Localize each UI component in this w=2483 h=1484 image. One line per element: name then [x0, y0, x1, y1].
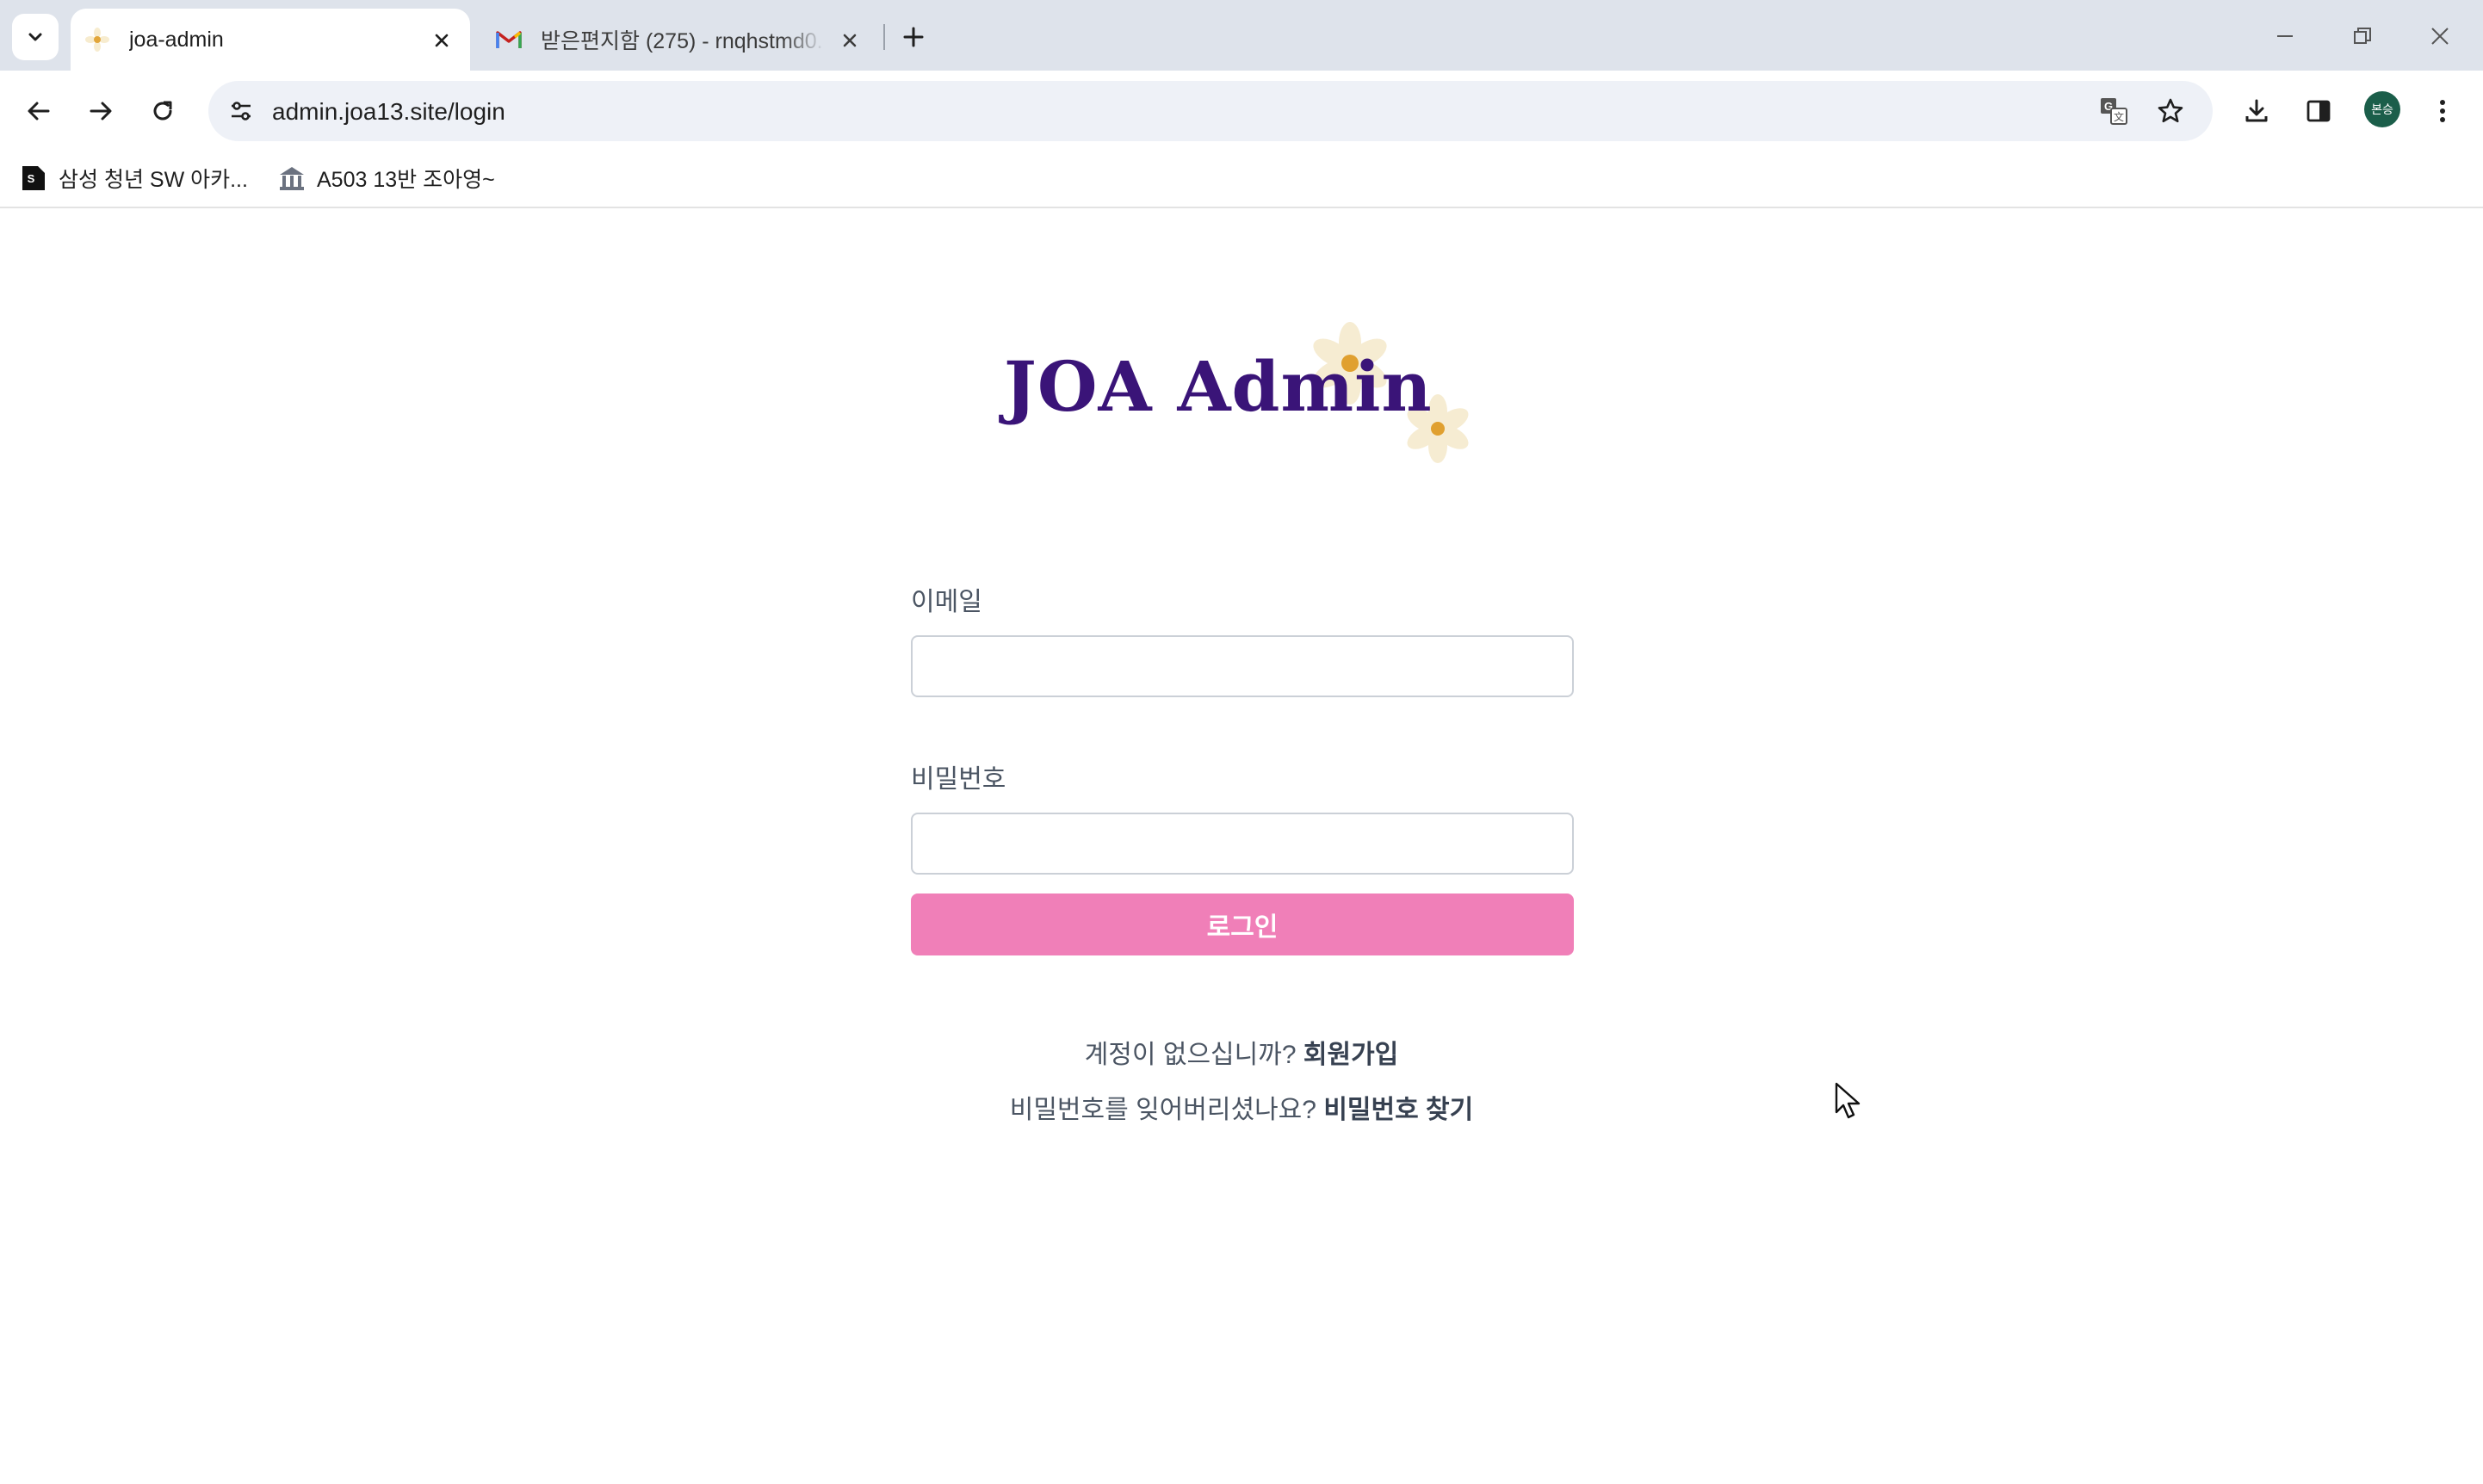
forgot-password-row: 비밀번호를 잊어버리셨나요? 비밀번호 찾기	[2, 1083, 2481, 1138]
forgot-password-link[interactable]: 비밀번호 찾기	[1323, 1096, 1473, 1124]
login-form: 이메일 비밀번호 로그인	[911, 580, 1574, 955]
password-field[interactable]	[911, 813, 1574, 875]
tab-strip: joa-admin 받은편지함 (275) - rnqhstmd0...	[0, 0, 2483, 71]
bookmark-item[interactable]: S 삼성 청년 SW 아카...	[19, 158, 248, 198]
minimize-button[interactable]	[2259, 12, 2311, 60]
window-close-button[interactable]	[2414, 12, 2466, 60]
email-field[interactable]	[911, 635, 1574, 697]
translate-icon: G文	[2101, 98, 2127, 125]
tab-title: 받은편지함 (275) - rnqhstmd0...	[541, 29, 825, 53]
arrow-right-icon	[90, 102, 112, 121]
logo-text: JOA Admin	[1004, 346, 1433, 427]
browser-toolbar: admin.joa13.site/login G文 본승	[0, 71, 2483, 150]
bookmark-label: A503 13반 조아영~	[317, 168, 495, 192]
login-button[interactable]: 로그인	[911, 893, 1574, 955]
arrow-left-icon	[28, 102, 50, 121]
more-vertical-icon	[2440, 100, 2445, 122]
address-bar[interactable]: admin.joa13.site/login G文	[208, 81, 2213, 141]
gmail-icon	[496, 27, 522, 53]
tab-title: joa-admin	[129, 27, 224, 52]
chevron-down-icon	[28, 33, 42, 41]
translate-button[interactable]: G文	[2094, 91, 2133, 131]
profile-avatar[interactable]: 본승	[2364, 91, 2400, 127]
downloads-button[interactable]	[2235, 90, 2278, 133]
email-label: 이메일	[911, 588, 982, 616]
restore-icon	[2354, 28, 2371, 44]
close-icon	[2431, 28, 2449, 45]
back-button[interactable]	[17, 90, 60, 133]
download-icon	[2245, 99, 2268, 122]
side-panel-icon	[2307, 100, 2331, 122]
tab-gmail[interactable]: 받은편지함 (275) - rnqhstmd0...	[482, 9, 878, 71]
svg-text:S: S	[28, 172, 35, 185]
tab-joa-admin[interactable]: joa-admin	[71, 9, 470, 71]
svg-text:文: 文	[2114, 110, 2124, 123]
star-icon	[2158, 98, 2183, 123]
flower-favicon-icon	[84, 27, 110, 53]
bookmark-item[interactable]: A503 13반 조아영~	[277, 158, 495, 198]
mouse-cursor-icon	[1835, 1082, 1861, 1119]
forward-button[interactable]	[79, 90, 122, 133]
plus-icon	[903, 27, 924, 47]
auth-links: 계정이 없으십니까? 회원가입 비밀번호를 잊어버리셨나요? 비밀번호 찾기	[2, 1028, 2481, 1138]
new-tab-button[interactable]	[895, 19, 932, 55]
signup-prompt: 계정이 없으십니까?	[1084, 1041, 1297, 1069]
samsung-s-icon: S	[19, 164, 48, 193]
forgot-password-prompt: 비밀번호를 잊어버리셨나요?	[1009, 1096, 1316, 1124]
bookmark-star-button[interactable]	[2151, 91, 2190, 131]
tune-icon	[232, 102, 251, 121]
reload-button[interactable]	[141, 90, 184, 133]
site-info-button[interactable]	[219, 89, 263, 133]
menu-button[interactable]	[2421, 90, 2464, 133]
bookmark-label: 삼성 청년 SW 아카...	[59, 168, 248, 192]
close-icon[interactable]	[430, 29, 453, 52]
tab-separator	[883, 24, 885, 50]
signup-row: 계정이 없으십니까? 회원가입	[2, 1028, 2481, 1083]
bookmarks-bar: S 삼성 청년 SW 아카... A503 13반 조아영~	[0, 150, 2483, 208]
signup-link[interactable]: 회원가입	[1303, 1041, 1398, 1069]
minimize-icon	[2277, 35, 2293, 37]
close-icon[interactable]	[839, 29, 861, 52]
restore-button[interactable]	[2337, 12, 2388, 60]
joa-admin-logo: JOA Admin	[992, 312, 1491, 467]
side-panel-button[interactable]	[2297, 90, 2340, 133]
url-text: admin.joa13.site/login	[272, 98, 505, 125]
tab-search-button[interactable]	[12, 14, 59, 60]
building-icon	[277, 164, 307, 193]
reload-icon	[153, 101, 172, 121]
login-page: JOA Admin 이메일 비밀번호 로그인 계정이 없으십니까? 회원가입 비…	[2, 210, 2481, 1482]
password-label: 비밀번호	[911, 765, 1006, 794]
